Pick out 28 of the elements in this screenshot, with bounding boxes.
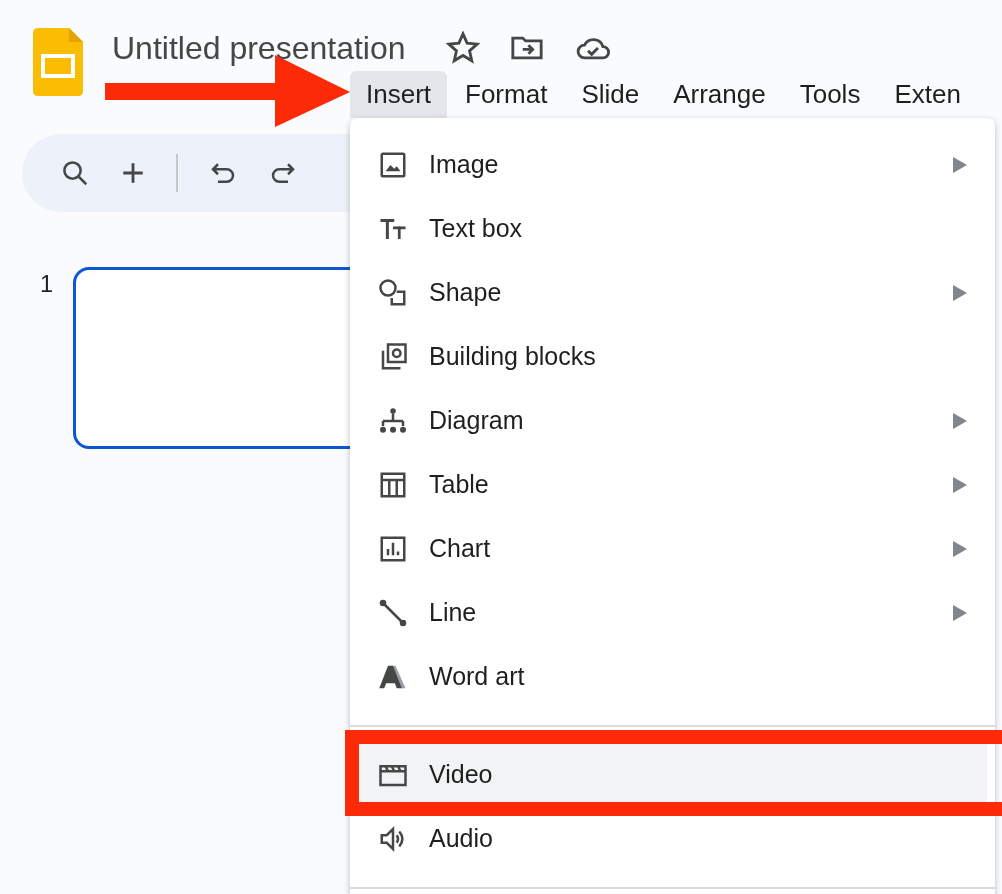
star-icon[interactable] xyxy=(445,31,480,65)
diagram-icon xyxy=(378,406,408,436)
menu-item[interactable]: Format xyxy=(449,71,564,118)
menu-item[interactable]: Arrange xyxy=(657,71,782,118)
chart-icon xyxy=(378,534,408,564)
menu-option[interactable]: Chart xyxy=(350,517,995,581)
menu-option[interactable]: Line xyxy=(350,581,995,645)
search-icon[interactable] xyxy=(60,158,90,188)
document-title[interactable]: Untitled presentation xyxy=(112,28,406,68)
menu-option[interactable]: Building blocks xyxy=(350,325,995,389)
menu-option[interactable]: Text box xyxy=(350,197,995,261)
menu-option[interactable]: Table xyxy=(350,453,995,517)
plus-icon[interactable] xyxy=(120,160,146,186)
menu-item[interactable]: Insert xyxy=(350,71,448,118)
menu-item[interactable]: Exten xyxy=(878,71,977,118)
image-icon xyxy=(378,150,408,180)
menu-option[interactable]: Image xyxy=(350,133,995,197)
shape-icon xyxy=(378,278,408,308)
menu-option[interactable]: Word art xyxy=(350,645,995,709)
menu-option[interactable]: Audio xyxy=(350,807,995,871)
line-icon xyxy=(378,598,408,628)
slide-number: 1 xyxy=(40,270,53,299)
menu-option[interactable]: Diagram xyxy=(350,389,995,453)
table-icon xyxy=(378,470,408,500)
menu-item[interactable]: Tools xyxy=(783,71,877,118)
menu-option[interactable]: Shape xyxy=(350,261,995,325)
menu-item[interactable]: Slide xyxy=(565,71,656,118)
slides-logo-icon xyxy=(33,28,83,96)
